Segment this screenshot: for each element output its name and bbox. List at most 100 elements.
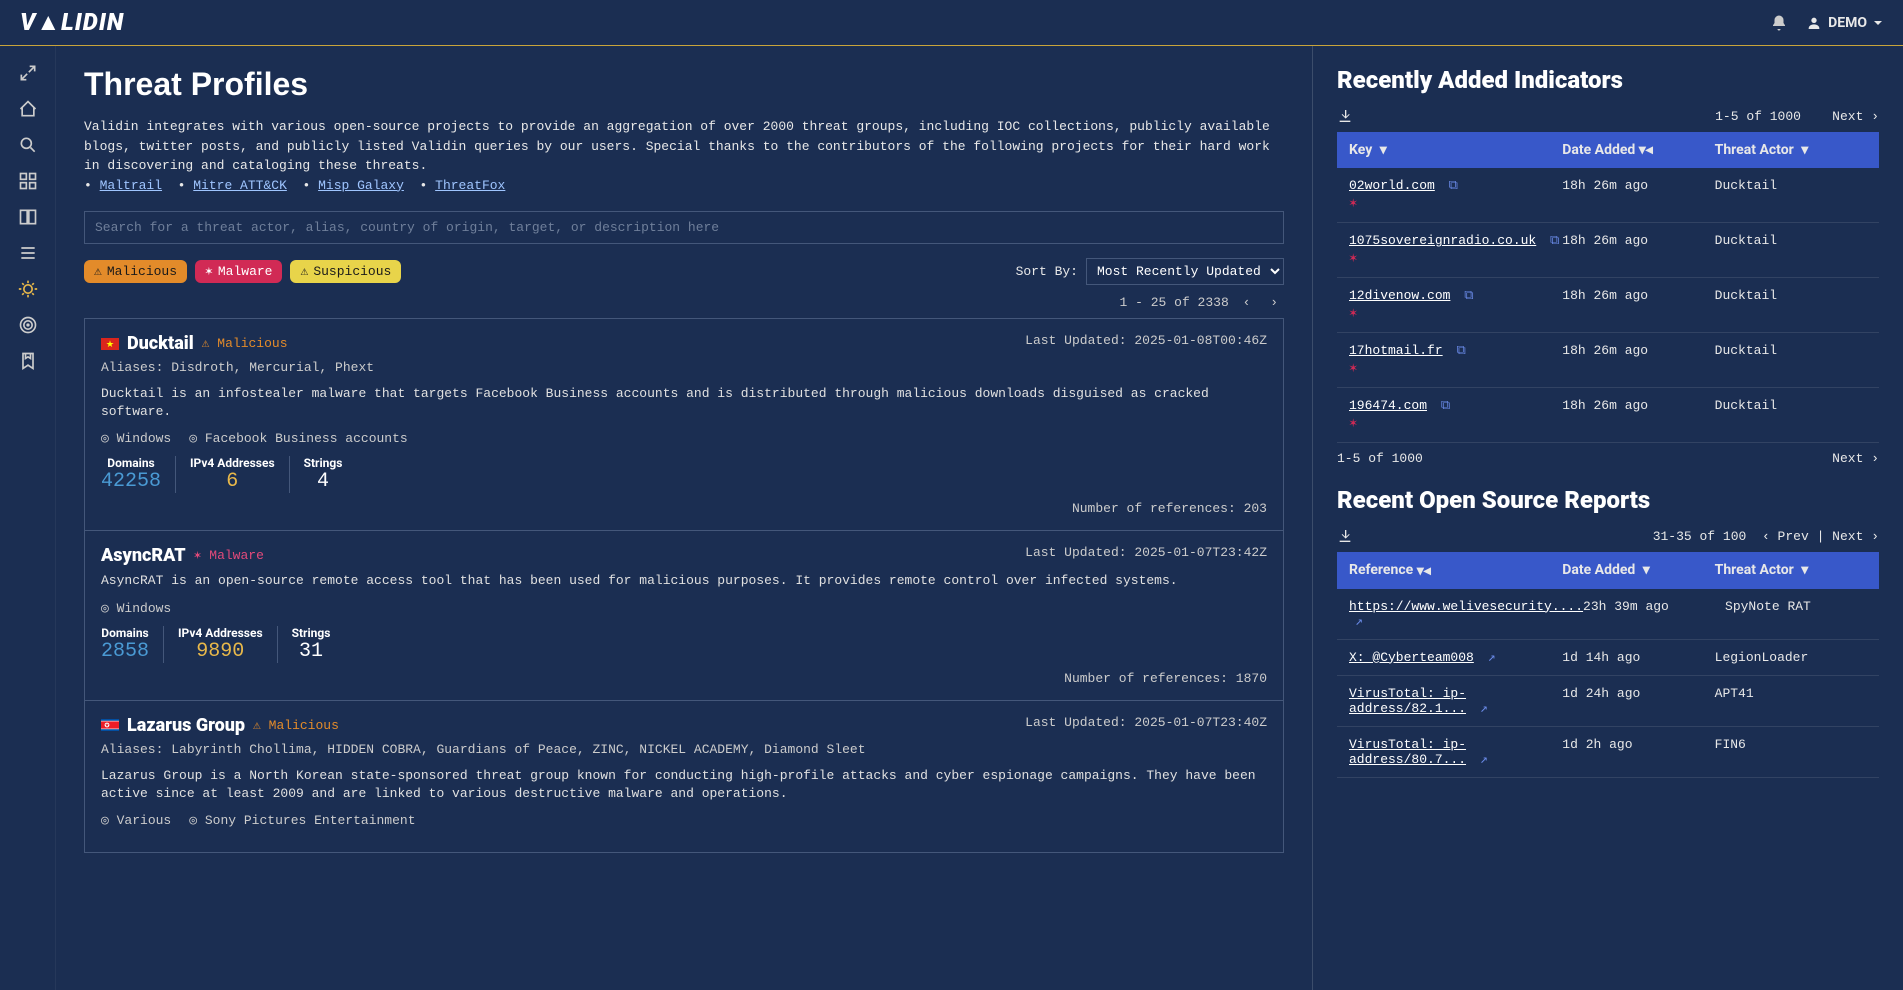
logo[interactable]: V▲LIDIN (20, 8, 124, 37)
threat-card[interactable]: Lazarus Group ⚠ Malicious Last Updated: … (84, 701, 1284, 853)
indicator-actor: Ducktail (1715, 343, 1867, 358)
threat-card[interactable]: AsyncRAT ✶ Malware Last Updated: 2025-01… (84, 531, 1284, 700)
copy-icon[interactable]: ⧉ (1449, 178, 1458, 193)
sort-desc-icon[interactable]: ▾◂ (1639, 142, 1653, 158)
main-content: Threat Profiles Validin integrates with … (56, 46, 1313, 990)
download-indicators-icon[interactable] (1337, 108, 1353, 124)
report-link[interactable]: VirusTotal: ip-address/82.1... (1349, 686, 1466, 716)
threat-tag: ⚠ Malicious (202, 336, 288, 351)
report-link[interactable]: X: @Cyberteam008 (1349, 650, 1474, 665)
filter-icon[interactable]: ▾ (1801, 562, 1808, 578)
indicator-row: 17hotmail.fr ⧉ ✶ 18h 26m ago Ducktail (1337, 333, 1879, 388)
malware-icon: ✶ (1349, 305, 1562, 322)
indicators-title: Recently Added Indicators (1337, 66, 1879, 94)
threat-description: Lazarus Group is a North Korean state-sp… (101, 767, 1267, 803)
stat: IPv4 Addresses6 (176, 456, 290, 493)
target-item: ◎ Facebook Business accounts (189, 431, 407, 446)
indicators-next[interactable]: Next › (1832, 109, 1879, 124)
report-actor: APT41 (1715, 686, 1867, 701)
external-link-icon[interactable]: ↗ (1480, 752, 1488, 767)
target-item: ◎ Windows (101, 601, 171, 616)
filter-icon[interactable]: ▾ (1643, 562, 1650, 578)
chip-malware[interactable]: ✶ Malware (195, 260, 282, 283)
report-date: 1d 2h ago (1562, 737, 1714, 752)
reports-next[interactable]: Next › (1832, 529, 1879, 544)
user-menu[interactable]: DEMO (1806, 15, 1883, 31)
home-icon[interactable] (17, 98, 39, 120)
chip-malicious[interactable]: ⚠ Malicious (84, 260, 187, 283)
report-row: VirusTotal: ip-address/80.7... ↗ 1d 2h a… (1337, 727, 1879, 778)
report-row: X: @Cyberteam008 ↗ 1d 14h ago LegionLoad… (1337, 640, 1879, 676)
indicator-link[interactable]: 02world.com (1349, 178, 1435, 193)
list-icon[interactable] (17, 242, 39, 264)
threat-aliases: Aliases: Disdroth, Mercurial, Phext (101, 360, 1267, 375)
notifications-icon[interactable] (1768, 12, 1790, 34)
indicator-link[interactable]: 17hotmail.fr (1349, 343, 1443, 358)
external-link-icon[interactable]: ↗ (1355, 614, 1363, 629)
pager-prev[interactable]: ‹ (1237, 295, 1257, 310)
malware-icon: ✶ (1349, 415, 1562, 432)
indicators-header: Key ▾ Date Added ▾◂ Threat Actor ▾ (1337, 132, 1879, 168)
bug-icon[interactable] (17, 278, 39, 300)
sort-icon[interactable]: ▾◂ (1417, 563, 1431, 579)
report-link[interactable]: VirusTotal: ip-address/80.7... (1349, 737, 1466, 767)
indicator-date: 18h 26m ago (1562, 178, 1714, 193)
malware-icon: ✶ (1349, 360, 1562, 377)
stat: Domains2858 (101, 626, 164, 663)
chip-suspicious[interactable]: ⚠ Suspicious (290, 260, 401, 283)
sort-select[interactable]: Most Recently Updated (1086, 258, 1284, 285)
report-row: VirusTotal: ip-address/82.1... ↗ 1d 24h … (1337, 676, 1879, 727)
copy-icon[interactable]: ⧉ (1550, 233, 1559, 248)
stat: IPv4 Addresses9890 (164, 626, 278, 663)
threat-targets: ◎ Windows (101, 601, 1267, 616)
indicator-row: 1075sovereignradio.co.uk ⧉ ✶ 18h 26m ago… (1337, 223, 1879, 278)
external-link-icon[interactable]: ↗ (1488, 650, 1496, 665)
side-nav (0, 46, 56, 990)
threat-card[interactable]: Ducktail ⚠ Malicious Last Updated: 2025-… (84, 318, 1284, 531)
indicator-actor: Ducktail (1715, 288, 1867, 303)
copy-icon[interactable]: ⧉ (1456, 343, 1465, 358)
stat: Domains42258 (101, 456, 176, 493)
threat-updated: Last Updated: 2025-01-08T00:46Z (1025, 333, 1267, 348)
search-icon[interactable] (17, 134, 39, 156)
external-link-icon[interactable]: ↗ (1480, 701, 1488, 716)
compare-icon[interactable] (17, 206, 39, 228)
bookmark-icon[interactable] (17, 350, 39, 372)
link-maltrail[interactable]: Maltrail (100, 178, 162, 193)
threat-updated: Last Updated: 2025-01-07T23:42Z (1025, 545, 1267, 560)
indicator-link[interactable]: 1075sovereignradio.co.uk (1349, 233, 1536, 248)
grid-icon[interactable] (17, 170, 39, 192)
filter-icon[interactable]: ▾ (1801, 142, 1808, 158)
page-title: Threat Profiles (84, 66, 1284, 103)
threat-description: Ducktail is an infostealer malware that … (101, 385, 1267, 421)
indicators-next-bottom[interactable]: Next › (1832, 451, 1879, 466)
search-input[interactable] (84, 211, 1284, 244)
expand-icon[interactable] (17, 62, 39, 84)
indicator-actor: Ducktail (1715, 398, 1867, 413)
report-date: 1d 14h ago (1562, 650, 1714, 665)
target-icon[interactable] (17, 314, 39, 336)
indicators-range-bottom: 1-5 of 1000 (1337, 451, 1423, 466)
indicator-actor: Ducktail (1715, 233, 1867, 248)
sort-label: Sort By: (1016, 264, 1078, 279)
app-header: V▲LIDIN DEMO (0, 0, 1903, 46)
threat-refs: Number of references: 1870 (101, 671, 1267, 686)
report-link[interactable]: https://www.welivesecurity.... (1349, 599, 1583, 614)
download-reports-icon[interactable] (1337, 528, 1353, 544)
copy-icon[interactable]: ⧉ (1441, 398, 1450, 413)
link-threatfox[interactable]: ThreatFox (435, 178, 505, 193)
indicator-date: 18h 26m ago (1562, 398, 1714, 413)
chevron-down-icon (1873, 18, 1883, 28)
link-mitre[interactable]: Mitre ATT&CK (193, 178, 287, 193)
threat-targets: ◎ Windows◎ Facebook Business accounts (101, 431, 1267, 446)
pager-next[interactable]: › (1264, 295, 1284, 310)
link-misp[interactable]: Misp Galaxy (318, 178, 404, 193)
indicator-link[interactable]: 12divenow.com (1349, 288, 1450, 303)
pager: 1 - 25 of 2338 ‹ › (84, 295, 1284, 310)
indicator-link[interactable]: 196474.com (1349, 398, 1427, 413)
report-date: 1d 24h ago (1562, 686, 1714, 701)
copy-icon[interactable]: ⧉ (1464, 288, 1473, 303)
report-actor: SpyNote RAT (1725, 599, 1867, 614)
filter-icon[interactable]: ▾ (1380, 142, 1387, 158)
reports-prev[interactable]: ‹ Prev (1762, 529, 1809, 544)
